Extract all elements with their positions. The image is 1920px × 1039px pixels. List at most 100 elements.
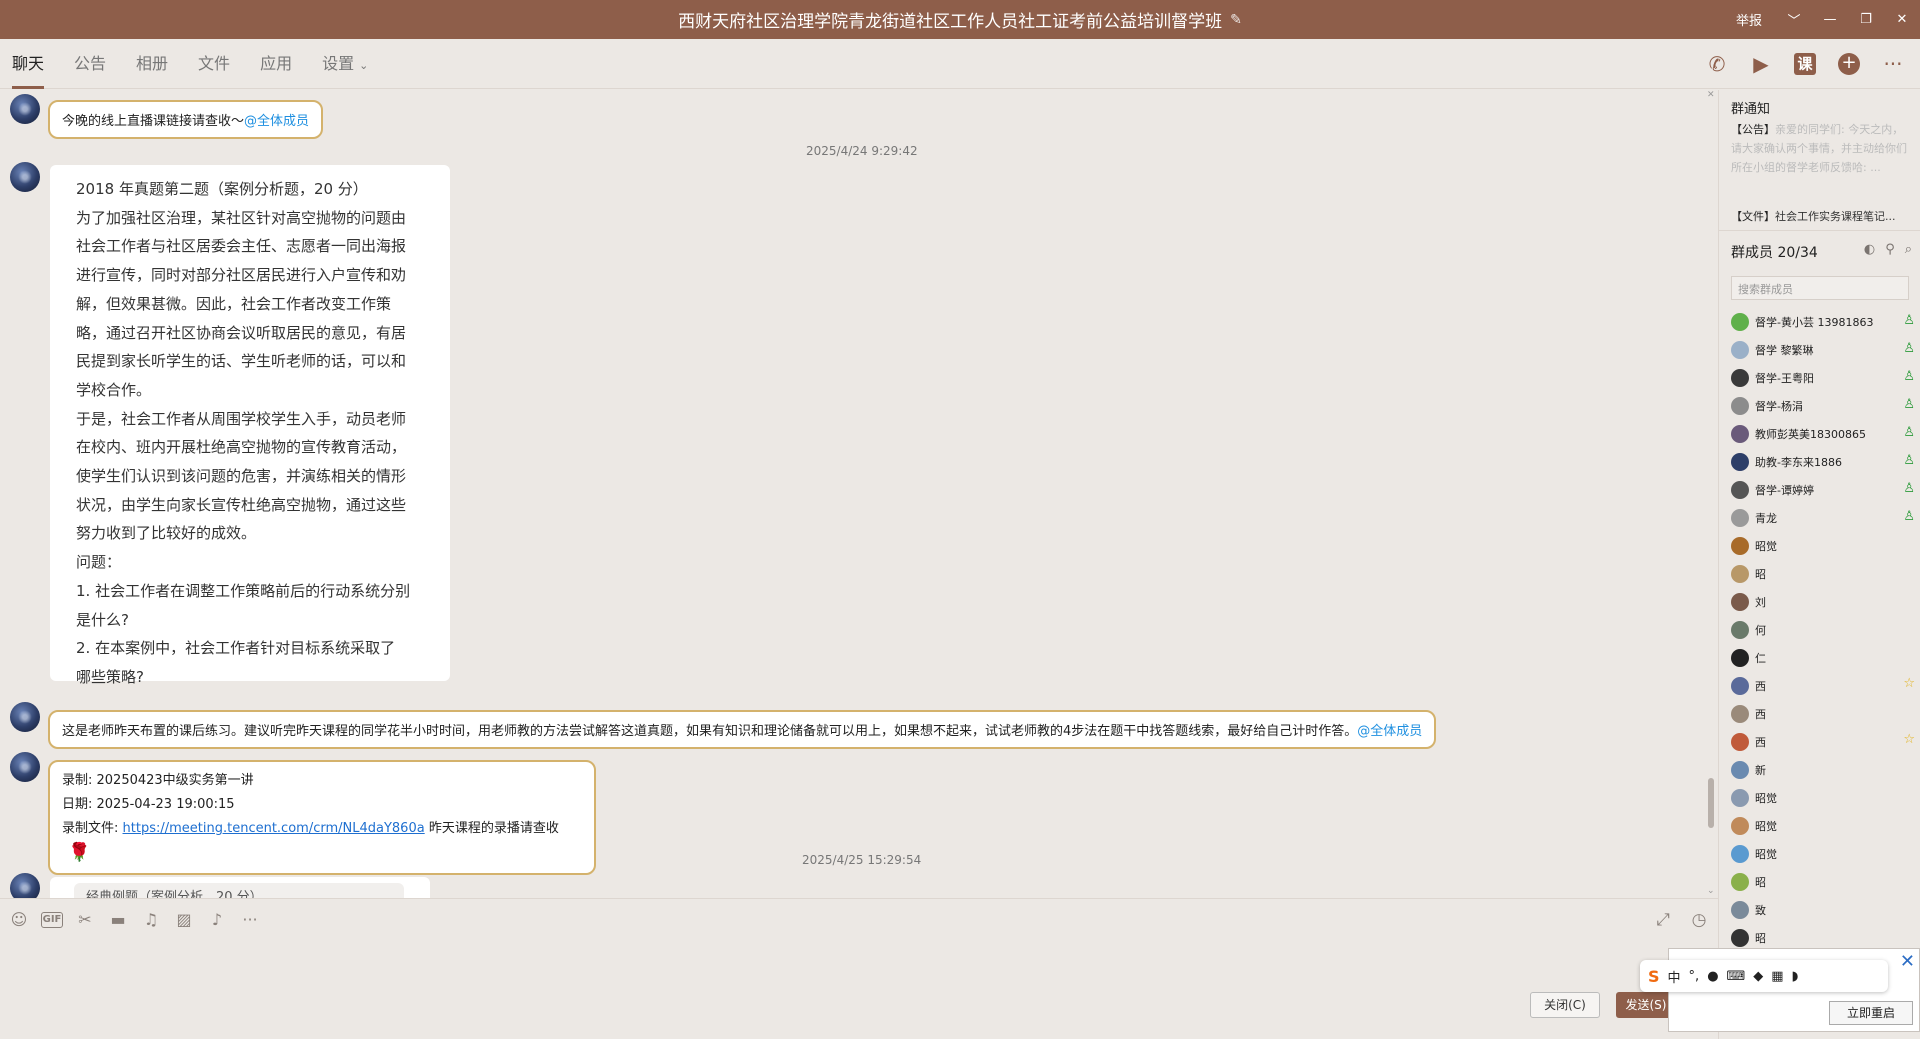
member-item[interactable]: 昭觉 [1731,812,1920,840]
close-icon[interactable]: ✕ [1900,951,1915,972]
grid-icon[interactable]: ▦ [1771,969,1783,984]
mention-all[interactable]: @全体成员 [244,114,309,129]
add-member-icon[interactable]: ⚲ [1885,242,1895,257]
avatar[interactable] [10,702,40,732]
avatar[interactable] [10,162,40,192]
ime-extra-icon[interactable]: ◗ [1792,969,1799,984]
member-avatar [1731,425,1749,443]
member-item[interactable]: 教师彭英美18300865 ♙ [1731,420,1920,448]
tab-apps[interactable]: 应用 [260,39,292,89]
more-icon[interactable]: ··· [239,909,261,931]
scroll-up-icon[interactable]: ✕ [1707,90,1715,100]
mention-all[interactable]: @全体成员 [1357,724,1422,739]
meeting-link[interactable]: https://meeting.tencent.com/crm/NL4daY86… [123,821,425,836]
chat-member-icon[interactable]: ◐ [1864,242,1875,257]
member-item[interactable]: 西 [1731,700,1920,728]
add-button[interactable]: + [1838,53,1860,75]
close-chat-button[interactable]: 关闭(C) [1530,992,1600,1018]
message-line: 解，但效果甚微。因此，社会工作者改变工作策 [76,294,392,313]
message-bubble[interactable]: 这是老师昨天布置的课后练习。建议听完昨天课程的同学花半小时时间，用老师教的方法尝… [48,710,1437,749]
search-icon[interactable]: ⌕ [1905,242,1912,257]
member-item[interactable]: 助教-李东来1886 ♙ [1731,448,1920,476]
chevron-down-icon: ⌄ [359,59,369,72]
course-button[interactable]: 课 [1794,53,1816,75]
member-item[interactable]: 督学-黄小芸 13981863 ♙ [1731,308,1920,336]
emoji-icon[interactable]: ☺ [8,909,30,931]
avatar[interactable] [10,94,40,124]
ime-punct-toggle[interactable]: °, [1689,969,1700,984]
tab-chat[interactable]: 聊天 [12,39,45,89]
member-item[interactable]: 昭觉 [1731,532,1920,560]
member-item[interactable]: 督学-谭婷婷 ♙ [1731,476,1920,504]
keyboard-icon[interactable]: ⌨ [1727,969,1746,984]
member-item[interactable]: 昭 [1731,560,1920,588]
music-icon[interactable]: ♫ [140,909,162,931]
edit-icon[interactable]: ✎ [1230,12,1242,28]
member-item[interactable]: 昭 [1731,868,1920,896]
bell-icon[interactable]: ♪ [206,909,228,931]
notice-announcement[interactable]: 【公告】亲爱的同学们: 今天之内，请大家确认两个事情，并主动给你们所在小组的督学… [1731,120,1911,177]
member-avatar [1731,565,1749,583]
tab-settings[interactable]: 设置 ⌄ [322,39,368,89]
member-item[interactable]: 督学 黎繁琳 ♙ [1731,336,1920,364]
member-item[interactable]: 西 ☆ [1731,728,1920,756]
member-item[interactable]: 青龙 ♙ [1731,504,1920,532]
member-item[interactable]: 昭觉 [1731,840,1920,868]
member-item[interactable]: 西 ☆ [1731,672,1920,700]
history-icon[interactable]: ◷ [1688,909,1710,931]
member-item[interactable]: 刘 [1731,588,1920,616]
close-button[interactable]: ✕ [1884,12,1920,27]
tab-files[interactable]: 文件 [198,39,230,89]
message-bubble[interactable]: 今晚的线上直播课链接请查收～@全体成员 [48,100,324,139]
record-date: 日期: 2025-04-23 19:00:15 [62,797,235,812]
member-avatar [1731,761,1749,779]
member-item[interactable]: 仁 [1731,644,1920,672]
member-avatar [1731,313,1749,331]
member-avatar [1731,509,1749,527]
minimize-button[interactable]: — [1812,12,1848,27]
member-avatar [1731,593,1749,611]
ime-logo-icon[interactable]: S [1648,967,1660,986]
skin-icon[interactable]: ◆ [1753,969,1763,984]
image-icon[interactable]: ▨ [173,909,195,931]
scrollbar-thumb[interactable] [1708,778,1714,828]
message-bubble[interactable]: 录制: 20250423中级实务第一讲 日期: 2025-04-23 19:00… [48,760,596,875]
avatar[interactable] [10,752,40,782]
report-button[interactable]: 举报 [1722,10,1776,29]
gif-button[interactable]: GIF [41,912,63,928]
member-name: 新 [1755,764,1766,777]
tab-album[interactable]: 相册 [136,39,168,89]
send-button[interactable]: 发送(S) [1616,992,1676,1018]
phone-icon[interactable]: ✆ [1700,47,1734,81]
more-icon[interactable]: ··· [1876,47,1910,81]
video-call-icon[interactable]: ▶ [1744,47,1778,81]
member-item[interactable]: 新 [1731,756,1920,784]
restart-button[interactable]: 立即重启 [1829,1001,1913,1025]
star-icon: ☆ [1903,732,1915,747]
message-line: 进行宣传，同时对部分社区居民进行入户宣传和劝 [76,266,407,285]
notice-file[interactable]: 【文件】社会工作实务课程笔记... [1731,208,1916,224]
member-item[interactable]: 督学-杨涓 ♙ [1731,392,1920,420]
message-bubble[interactable]: 2018 年真题第二题（案例分析题，20 分） 为了加强社区治理，某社区针对高空… [50,165,450,686]
ime-lang-toggle[interactable]: 中 [1668,967,1681,986]
scroll-down-icon[interactable]: ⌄ [1707,886,1715,896]
message-input-area[interactable]: ☺ GIF ✂ ▬ ♫ ▨ ♪ ··· ⤢ ◷ 关闭(C) 发送(S) [0,898,1718,1039]
member-avatar [1731,929,1749,947]
member-item[interactable]: 何 [1731,616,1920,644]
member-search-input[interactable]: 搜索群成员 [1731,276,1909,300]
member-name: 何 [1755,624,1766,637]
admin-icon: ♙ [1903,453,1915,468]
chevron-down-icon[interactable]: ﹀ [1776,10,1812,29]
member-item[interactable]: 致 [1731,896,1920,924]
tab-announcement[interactable]: 公告 [74,39,106,89]
message-line: 2. 在本案例中，社会工作者针对目标系统采取了 [76,639,396,658]
message-line: 使学生们认识到该问题的危害，并演练相关的情形 [76,467,407,486]
expand-icon[interactable]: ⤢ [1652,909,1674,931]
member-item[interactable]: 昭觉 [1731,784,1920,812]
microphone-icon[interactable]: ● [1707,969,1718,984]
member-item[interactable]: 督学-王粤阳 ♙ [1731,364,1920,392]
rose-icon: 🌹 [68,842,91,863]
scissors-icon[interactable]: ✂ [74,909,96,931]
folder-icon[interactable]: ▬ [107,909,129,931]
restore-button[interactable]: ❐ [1848,12,1884,27]
